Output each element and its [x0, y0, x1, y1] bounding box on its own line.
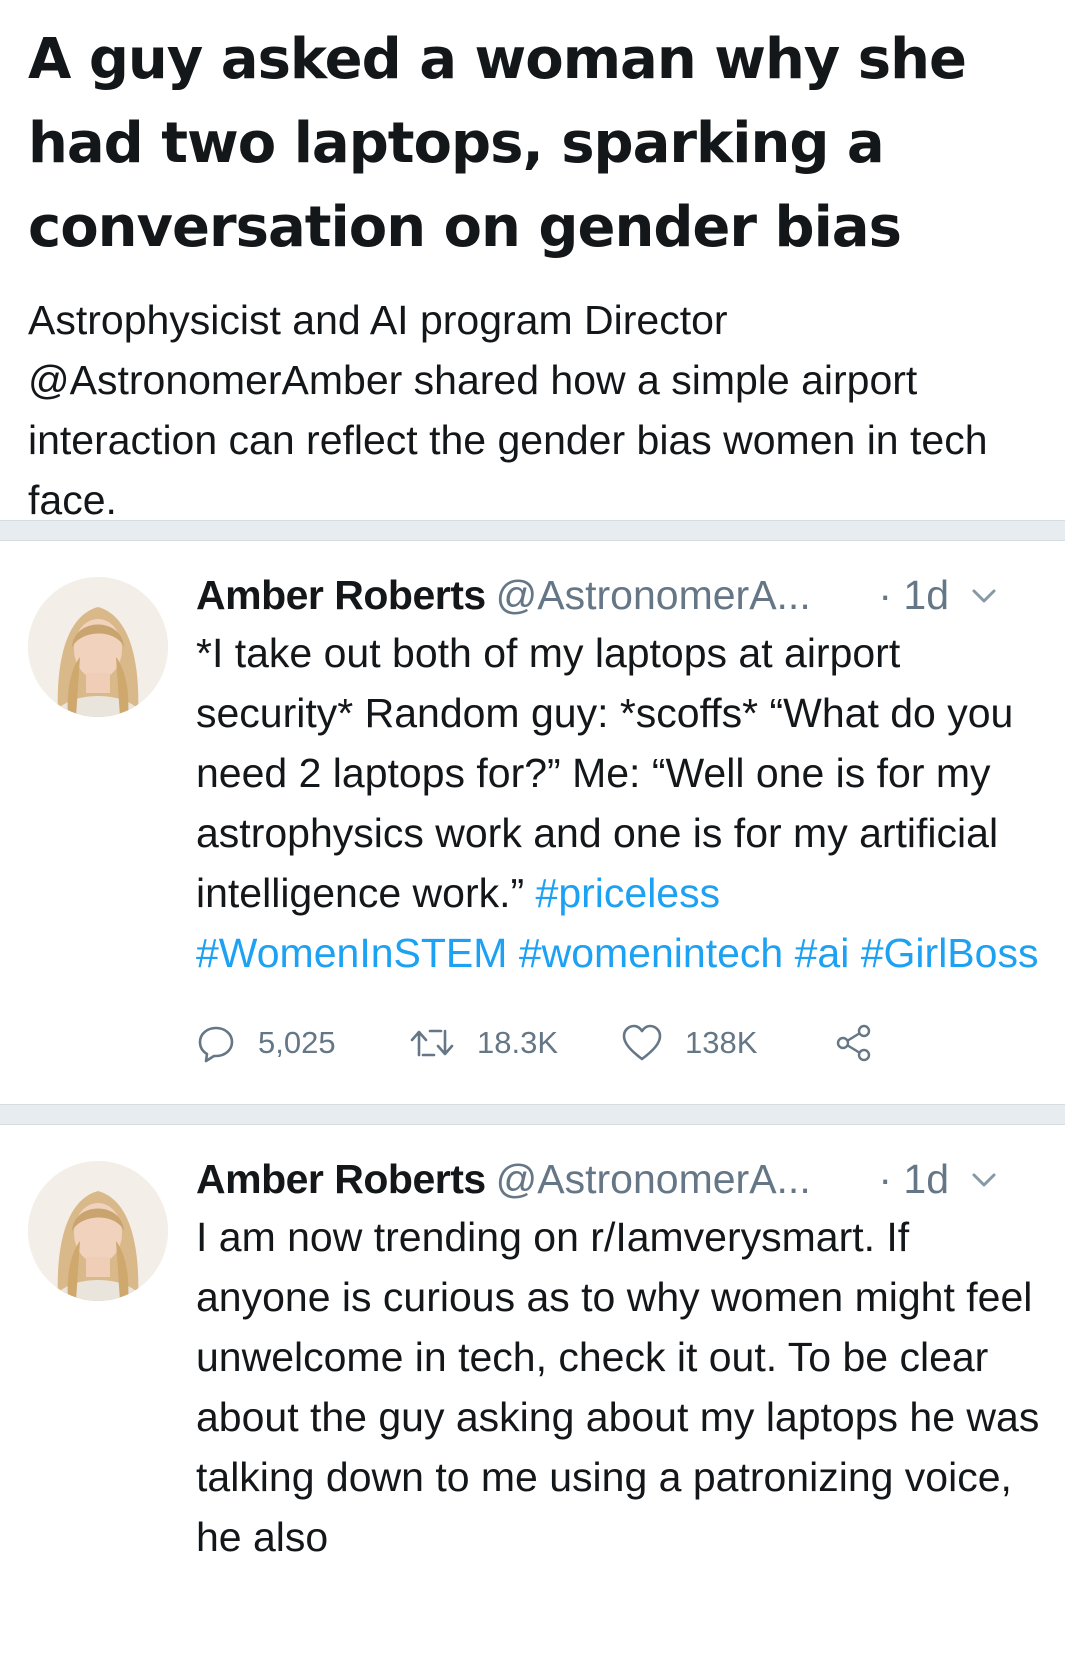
like-icon: [622, 1024, 662, 1061]
tweet-timestamp[interactable]: · 1d: [878, 567, 949, 623]
tweet-card[interactable]: Amber Roberts @AstronomerA... · 1d *I tak…: [0, 541, 1065, 1104]
hashtag-link[interactable]: #womenintech: [519, 930, 783, 976]
article-summary: Astrophysicist and AI program Director @…: [28, 297, 988, 523]
hashtag-link[interactable]: #ai: [795, 930, 850, 976]
avatar[interactable]: [28, 577, 168, 717]
share-icon: [836, 1024, 871, 1062]
tweet-text: *I take out both of my laptops at airpor…: [196, 623, 1041, 983]
avatar[interactable]: [28, 1161, 168, 1301]
article-headline: A guy asked a woman why she had two lapt…: [28, 27, 967, 260]
hashtag-link[interactable]: #WomenInSTEM: [196, 930, 507, 976]
tweet-header: Amber Roberts @AstronomerA... · 1d: [196, 1151, 1041, 1207]
chevron-down-icon[interactable]: [967, 1163, 1001, 1197]
tweet-content: Amber Roberts @AstronomerA... · 1d *I tak…: [196, 567, 1041, 1073]
like-button[interactable]: 138K: [621, 1013, 757, 1073]
hashtag-link[interactable]: #GirlBoss: [861, 930, 1039, 976]
tweet-header: Amber Roberts @AstronomerA... · 1d: [196, 567, 1041, 623]
retweet-button[interactable]: 18.3K: [409, 1013, 558, 1073]
tweet-text: I am now trending on r/Iamverysmart. If …: [196, 1214, 1040, 1560]
retweet-count: 18.3K: [477, 1025, 559, 1060]
article-header: A guy asked a woman why she had two lapt…: [28, 18, 1018, 530]
reply-count: 5,025: [258, 1025, 336, 1060]
share-button[interactable]: [834, 1013, 874, 1073]
reply-button[interactable]: 5,025: [196, 1013, 336, 1073]
section-divider: [0, 520, 1065, 541]
tweet-content: Amber Roberts @AstronomerA... · 1d I am n…: [196, 1151, 1041, 1567]
chevron-down-icon[interactable]: [967, 579, 1001, 613]
tweet-actions: 5,025 18.3K 138K: [196, 1013, 1041, 1073]
reply-icon: [198, 1026, 234, 1063]
tweet-card[interactable]: Amber Roberts @AstronomerA... · 1d I am n…: [0, 1125, 1065, 1675]
section-divider: [0, 1104, 1065, 1125]
author-handle[interactable]: @AstronomerA...: [496, 1156, 811, 1202]
like-count: 138K: [685, 1025, 758, 1060]
tweet-timestamp[interactable]: · 1d: [878, 1151, 949, 1207]
hashtag-link[interactable]: #priceless: [536, 870, 721, 916]
retweet-icon: [410, 1029, 454, 1057]
author-name[interactable]: Amber Roberts: [196, 1156, 486, 1202]
author-name[interactable]: Amber Roberts: [196, 572, 486, 618]
author-handle[interactable]: @AstronomerA...: [496, 572, 811, 618]
